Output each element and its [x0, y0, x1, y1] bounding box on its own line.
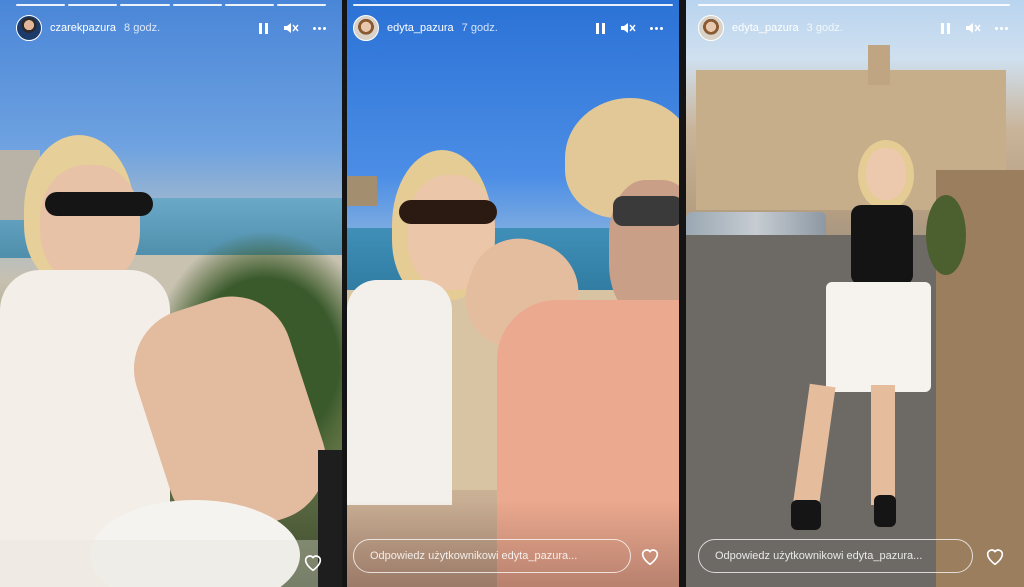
black-top [851, 205, 913, 285]
progress-segment [172, 4, 222, 6]
right-sandal [874, 495, 896, 527]
more-options-icon[interactable] [310, 19, 328, 37]
reply-input[interactable]: Odpowiedz użytkownikowi edyta_pazura... [698, 539, 973, 573]
heart-icon[interactable] [639, 545, 661, 567]
story-time: 7 godz. [461, 22, 498, 34]
white-shorts [826, 282, 931, 392]
story-header: edyta_pazura 7 godz. [353, 14, 665, 42]
heart-icon[interactable] [984, 545, 1006, 567]
story-time: 8 godz. [124, 22, 161, 34]
right-leg [871, 385, 895, 505]
story-czarekpazura[interactable]: czarekpazura 8 godz. [0, 0, 342, 587]
person-face [40, 165, 140, 285]
left-sandal [791, 500, 821, 530]
progress-segment [353, 4, 673, 6]
story-header: edyta_pazura 3 godz. [698, 14, 1010, 42]
pause-icon[interactable] [254, 19, 272, 37]
progress-segment [224, 4, 274, 6]
progress-segment [120, 4, 170, 6]
pause-icon[interactable] [936, 19, 954, 37]
person-face [866, 148, 906, 200]
avatar[interactable] [698, 15, 724, 41]
avatar[interactable] [16, 15, 42, 41]
reply-input[interactable]: Odpowiedz użytkownikowi edyta_pazura... [353, 539, 631, 573]
more-options-icon[interactable] [992, 19, 1010, 37]
story-edyta-pazura-1[interactable]: edyta_pazura 7 godz. Odpowiedz użytkowni… [347, 0, 679, 587]
speaker-muted-icon[interactable] [282, 19, 300, 37]
table-surface [0, 540, 342, 587]
story-username[interactable]: edyta_pazura [387, 22, 454, 34]
speaker-muted-icon[interactable] [964, 19, 982, 37]
man-sunglasses [613, 196, 679, 226]
heart-icon[interactable] [302, 551, 324, 573]
sunglasses [399, 200, 497, 224]
white-top [347, 280, 452, 505]
fortress [347, 176, 377, 206]
story-username[interactable]: edyta_pazura [732, 22, 799, 34]
story-progress-bar [16, 4, 327, 6]
more-options-icon[interactable] [647, 19, 665, 37]
story-progress-bar [698, 4, 1010, 6]
palace-tower [868, 45, 890, 85]
pause-icon[interactable] [591, 19, 609, 37]
progress-segment [698, 4, 1010, 6]
greenery [926, 195, 966, 275]
progress-segment [276, 4, 327, 6]
progress-segment [68, 4, 118, 6]
story-progress-bar [353, 4, 673, 6]
story-username[interactable]: czarekpazura [50, 22, 116, 34]
story-time: 3 godz. [806, 22, 843, 34]
speaker-muted-icon[interactable] [619, 19, 637, 37]
progress-segment [16, 4, 66, 6]
reply-placeholder: Odpowiedz użytkownikowi edyta_pazura... [370, 550, 578, 562]
reply-placeholder: Odpowiedz użytkownikowi edyta_pazura... [715, 550, 923, 562]
story-edyta-pazura-2[interactable]: edyta_pazura 3 godz. Odpowiedz użytkowni… [686, 0, 1024, 587]
avatar[interactable] [353, 15, 379, 41]
sunglasses [45, 192, 153, 216]
story-divider [679, 0, 686, 587]
story-header: czarekpazura 8 godz. [16, 14, 328, 42]
